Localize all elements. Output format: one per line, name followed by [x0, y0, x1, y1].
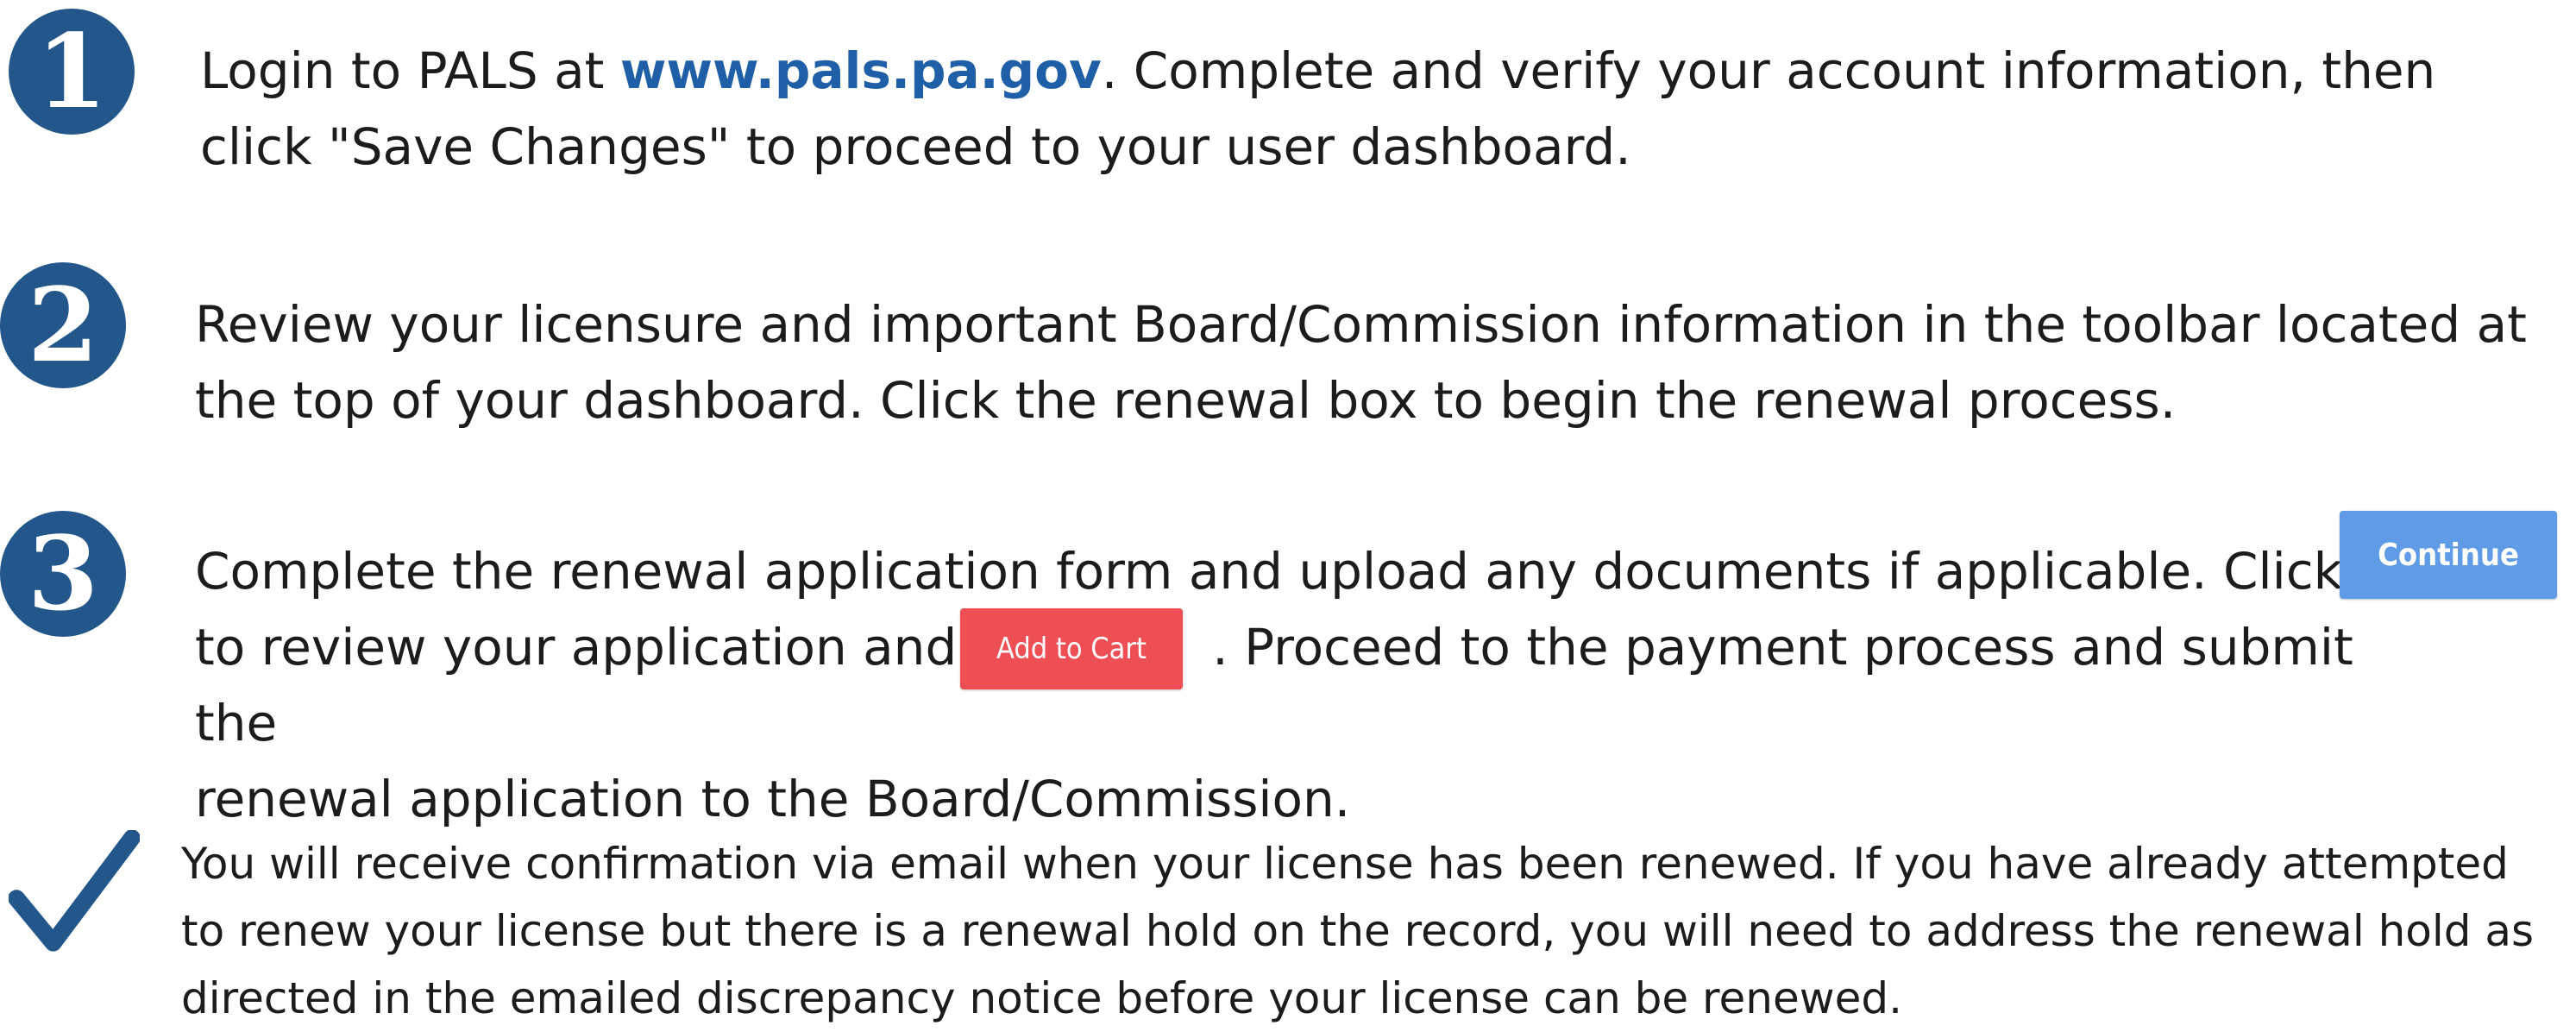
- step-3-badge: 3: [0, 511, 126, 637]
- step-3-number: 3: [27, 513, 99, 633]
- add-to-cart-button[interactable]: Add to Cart: [960, 608, 1183, 689]
- checkmark-icon: [9, 830, 140, 952]
- step-3-line-3: renewal application to the Board/Commiss…: [195, 770, 1351, 828]
- renewal-confirmation-note: You will receive confirmation via email …: [181, 839, 2535, 1023]
- step-2-badge: 2: [0, 262, 126, 388]
- step-1-number: 1: [35, 11, 108, 131]
- step-3-line-2: to review your application and: [195, 618, 958, 676]
- step-2-text: Review your licensure and important Boar…: [195, 295, 2527, 430]
- step-3-text: Complete the renewal application form an…: [195, 533, 2386, 837]
- step-1-badge: 1: [9, 9, 135, 135]
- step-3-line-1: Complete the renewal application form an…: [195, 542, 2343, 601]
- pals-website-link[interactable]: www.pals.pa.gov: [620, 41, 1102, 100]
- add-to-cart-button-label: Add to Cart: [996, 632, 1147, 666]
- step-1-text-start: Login to PALS at: [200, 41, 620, 100]
- step-2-number: 2: [27, 265, 99, 385]
- step-1-text: Login to PALS at www.pals.pa.gov. Comple…: [200, 33, 2547, 185]
- continue-button-label: Continue: [2378, 537, 2519, 573]
- continue-button[interactable]: Continue: [2340, 511, 2557, 599]
